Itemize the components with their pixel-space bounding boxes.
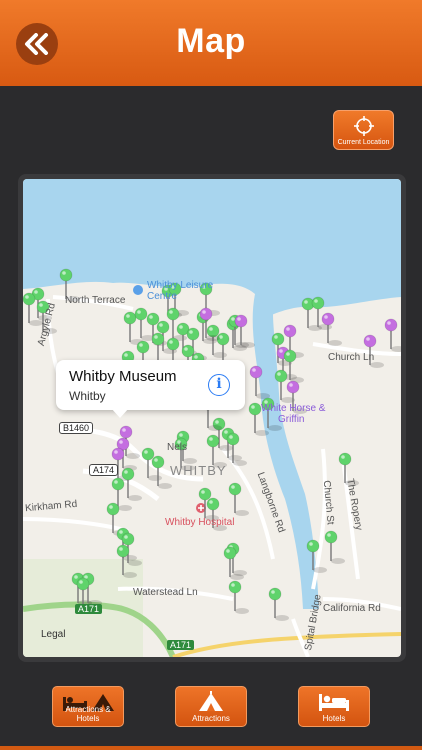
tab-hotels-label: Hotels — [322, 714, 346, 723]
header-bar: Map — [0, 0, 422, 86]
map-label-whitby: WHITBY — [170, 463, 227, 478]
map-label-church-ln: Church Ln — [328, 352, 375, 363]
map-pin-green[interactable] — [268, 587, 289, 621]
page-title: Map — [176, 22, 246, 60]
map-label-a174: A174 — [89, 464, 119, 476]
leisure-icon — [133, 285, 143, 295]
callout-title: Whitby Museum — [69, 368, 177, 385]
map-label-nels: Nels — [167, 442, 188, 453]
info-icon[interactable]: i — [208, 374, 230, 396]
map-canvas — [23, 179, 401, 657]
map-label-white-horse: White Horse & — [261, 403, 326, 414]
map-label-b1460: B1460 — [59, 422, 94, 434]
map-label-whitby-hospital: Whitby Hospital — [165, 517, 235, 528]
map-label-a171-bottom: A171 — [167, 640, 195, 650]
current-location-label: Current Location — [337, 139, 390, 146]
map-pin-green[interactable] — [223, 546, 244, 580]
map-label-california-rd: California Rd — [323, 603, 381, 614]
map-callout[interactable]: Whitby Museum Whitby i — [56, 360, 245, 418]
tab-attractions-hotels-label: Attractions & Hotels — [65, 705, 111, 723]
bed-icon — [319, 694, 349, 711]
callout-subtitle: Whitby — [69, 389, 106, 403]
map-pin-purple[interactable] — [384, 318, 401, 352]
river — [252, 294, 319, 609]
bottom-accent-strip — [0, 746, 422, 750]
tab-attractions-hotels[interactable]: Attractions & Hotels — [52, 686, 124, 727]
road-kirkham — [23, 517, 129, 533]
map-label-whitby-leisure: Whitby Leisure — [147, 280, 214, 291]
map-pin-green[interactable] — [324, 530, 345, 564]
tab-attractions[interactable]: Attractions — [175, 686, 247, 727]
road-a171-east — [172, 632, 401, 657]
map-label-legal: Legal — [41, 629, 66, 640]
map-view[interactable]: North Terrace Argyle Rd Whitby Leisure C… — [23, 179, 401, 657]
tent-icon — [199, 691, 223, 711]
map-pin-green[interactable] — [228, 482, 249, 516]
app-screen: Map Current Location North Terrace Argyl… — [0, 0, 422, 750]
tab-hotels[interactable]: Hotels — [298, 686, 370, 727]
map-label-waterstead-ln: Waterstead Ln — [133, 587, 198, 598]
current-location-button[interactable]: Current Location — [333, 110, 394, 150]
map-label-north-terrace: North Terrace — [65, 295, 126, 306]
map-label-griffin: Griffin — [278, 414, 305, 425]
map-label-centre: Centre — [147, 291, 178, 302]
callout-tail — [111, 408, 129, 418]
crosshair-icon — [354, 116, 374, 136]
map-label-a171-top: A171 — [75, 604, 103, 614]
tab-attractions-label: Attractions — [192, 714, 230, 723]
